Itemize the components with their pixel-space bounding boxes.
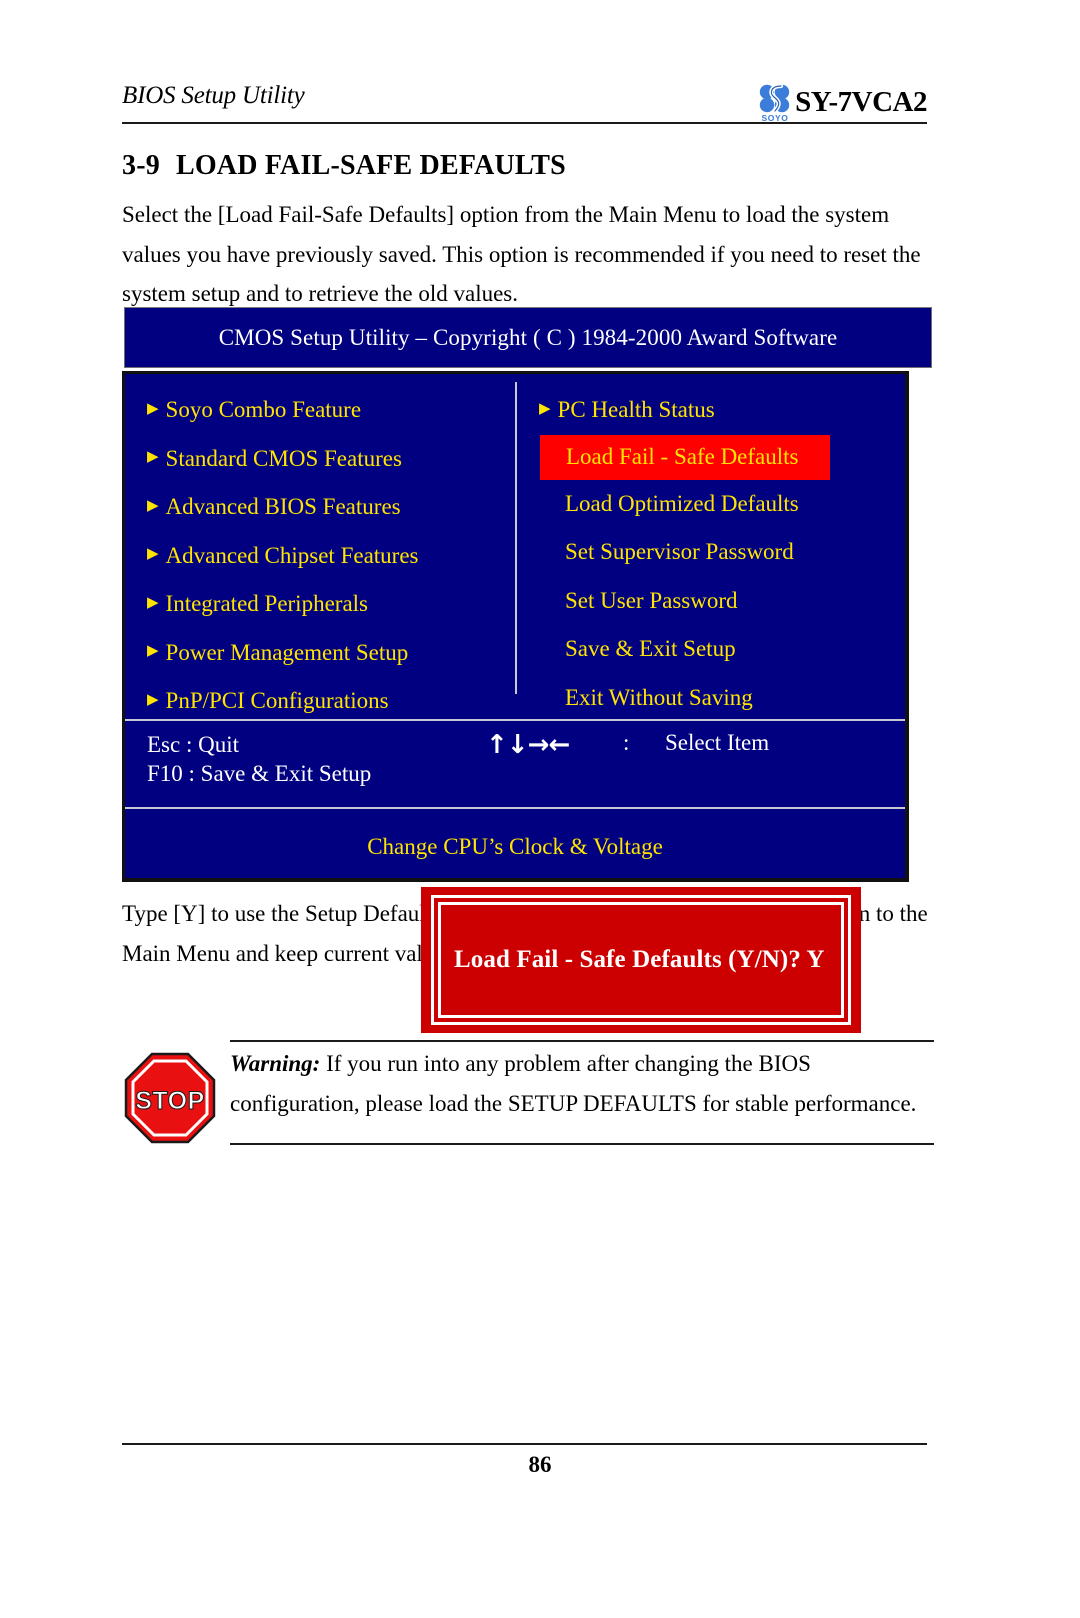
menu-item-standard-cmos-features[interactable]: ▶ Standard CMOS Features [147, 435, 515, 484]
bios-help-caption: Change CPU’s Clock & Voltage [125, 811, 905, 878]
bios-menu-left-column: ▶ Soyo Combo Feature ▶ Standard CMOS Fea… [147, 386, 515, 726]
section-number: 3-9 [122, 150, 160, 181]
menu-item-label: Set Supervisor Password [565, 539, 794, 565]
menu-item-load-optimized-defaults[interactable]: Load Optimized Defaults [539, 480, 905, 529]
svg-text:STOP: STOP [135, 1087, 205, 1115]
warning-note: STOP Warning: If you run into any proble… [122, 1020, 934, 1160]
menu-item-label: Load Optimized Defaults [565, 490, 799, 516]
soyo-logo-icon: SOYO [756, 80, 794, 122]
header-title: BIOS Setup Utility [122, 82, 305, 109]
hint-f10-save-exit: F10 : Save & Exit Setup [147, 761, 372, 786]
menu-item-power-management-setup[interactable]: ▶ Power Management Setup [147, 629, 515, 678]
triangle-right-icon: ▶ [147, 449, 159, 466]
note-divider-top [230, 1040, 934, 1042]
bios-titlebar: CMOS Setup Utility – Copyright ( C ) 198… [124, 307, 932, 368]
menu-item-label: Power Management Setup [165, 639, 409, 665]
menu-item-label: Set User Password [565, 587, 738, 613]
bios-key-hint-band: Esc : Quit F10 : Save & Exit Setup ↑↓→← … [125, 719, 905, 809]
stop-sign-icon: STOP [122, 1050, 218, 1146]
menu-column-divider [515, 382, 517, 694]
menu-item-label: PC Health Status [557, 397, 715, 423]
intro-paragraph: Select the [Load Fail-Safe Defaults] opt… [122, 202, 921, 306]
hint-select-item: Select Item [665, 730, 770, 755]
header-divider [122, 122, 927, 124]
menu-item-label: Soyo Combo Feature [165, 397, 362, 423]
page-number: 86 [528, 1452, 552, 1477]
svg-text:SOYO: SOYO [762, 113, 789, 122]
triangle-right-icon: ▶ [147, 400, 159, 417]
menu-item-label: Load Fail - Safe Defaults [566, 444, 799, 469]
document-page: BIOS Setup Utility SOYO SY-7VCA2 3-9 LOA… [0, 0, 1080, 1618]
bios-screen-figure: CMOS Setup Utility – Copyright ( C ) 198… [122, 307, 932, 1033]
menu-item-label: Standard CMOS Features [165, 445, 402, 471]
page-header: BIOS Setup Utility SOYO SY-7VCA2 [122, 80, 927, 126]
triangle-right-icon: ▶ [147, 497, 159, 514]
menu-item-label: Save & Exit Setup [565, 636, 736, 662]
menu-item-advanced-chipset-features[interactable]: ▶ Advanced Chipset Features [147, 532, 515, 581]
model-name: SY-7VCA2 [795, 86, 927, 118]
menu-item-pc-health-status[interactable]: ▶ PC Health Status [539, 386, 905, 435]
menu-item-label: Exit Without Saving [565, 684, 753, 710]
bios-key-hints-left: Esc : Quit F10 : Save & Exit Setup [147, 730, 371, 788]
bios-menu-area: ▶ Soyo Combo Feature ▶ Standard CMOS Fea… [125, 374, 905, 719]
menu-item-load-fail-safe-defaults[interactable]: Load Fail - Safe Defaults [540, 434, 830, 480]
menu-item-soyo-combo-feature[interactable]: ▶ Soyo Combo Feature [147, 386, 515, 435]
triangle-right-icon: ▶ [147, 594, 159, 611]
warning-note-text: Warning: If you run into any problem aft… [230, 1044, 934, 1124]
bios-help-caption-text: Change CPU’s Clock & Voltage [367, 834, 663, 859]
menu-item-advanced-bios-features[interactable]: ▶ Advanced BIOS Features [147, 483, 515, 532]
bios-titlebar-text: CMOS Setup Utility – Copyright ( C ) 198… [218, 324, 838, 350]
menu-item-label: Advanced Chipset Features [165, 542, 419, 568]
triangle-right-icon: ▶ [539, 400, 551, 417]
page-title: 3-9 LOAD FAIL-SAFE DEFAULTS [122, 150, 566, 182]
menu-item-label: Advanced BIOS Features [165, 494, 401, 520]
menu-item-save-and-exit-setup[interactable]: Save & Exit Setup [539, 625, 905, 674]
menu-item-label: Integrated Peripherals [165, 591, 368, 617]
arrow-keys-icon: ↑↓→← [486, 730, 570, 760]
confirm-dialog-message: Load Fail - Safe Defaults (Y/N)? Y [454, 946, 825, 973]
menu-item-label: PnP/PCI Configurations [165, 688, 389, 714]
confirm-dialog[interactable]: Load Fail - Safe Defaults (Y/N)? Y [421, 887, 861, 1033]
note-divider-bottom [230, 1143, 934, 1145]
confirm-dialog-inner-frame: Load Fail - Safe Defaults (Y/N)? Y [438, 902, 844, 1018]
hint-esc-quit: Esc : Quit [147, 732, 239, 757]
bios-main-panel: ▶ Soyo Combo Feature ▶ Standard CMOS Fea… [122, 371, 909, 882]
menu-item-set-supervisor-password[interactable]: Set Supervisor Password [539, 528, 905, 577]
menu-item-integrated-peripherals[interactable]: ▶ Integrated Peripherals [147, 580, 515, 629]
confirm-dialog-outer-frame: Load Fail - Safe Defaults (Y/N)? Y [431, 895, 851, 1025]
triangle-right-icon: ▶ [147, 546, 159, 563]
menu-item-exit-without-saving[interactable]: Exit Without Saving [539, 674, 905, 723]
warning-label: Warning: [230, 1051, 321, 1076]
warning-body: If you run into any problem after changi… [230, 1051, 917, 1116]
triangle-right-icon: ▶ [147, 691, 159, 708]
bios-menu-right-column: ▶ PC Health Status Load Fail - Safe Defa… [539, 386, 905, 722]
footer-divider [122, 1443, 927, 1445]
triangle-right-icon: ▶ [147, 643, 159, 660]
header-brand: SOYO SY-7VCA2 [756, 80, 927, 122]
hint-separator: : [623, 730, 630, 755]
menu-item-set-user-password[interactable]: Set User Password [539, 577, 905, 626]
section-title: LOAD FAIL-SAFE DEFAULTS [175, 150, 566, 181]
